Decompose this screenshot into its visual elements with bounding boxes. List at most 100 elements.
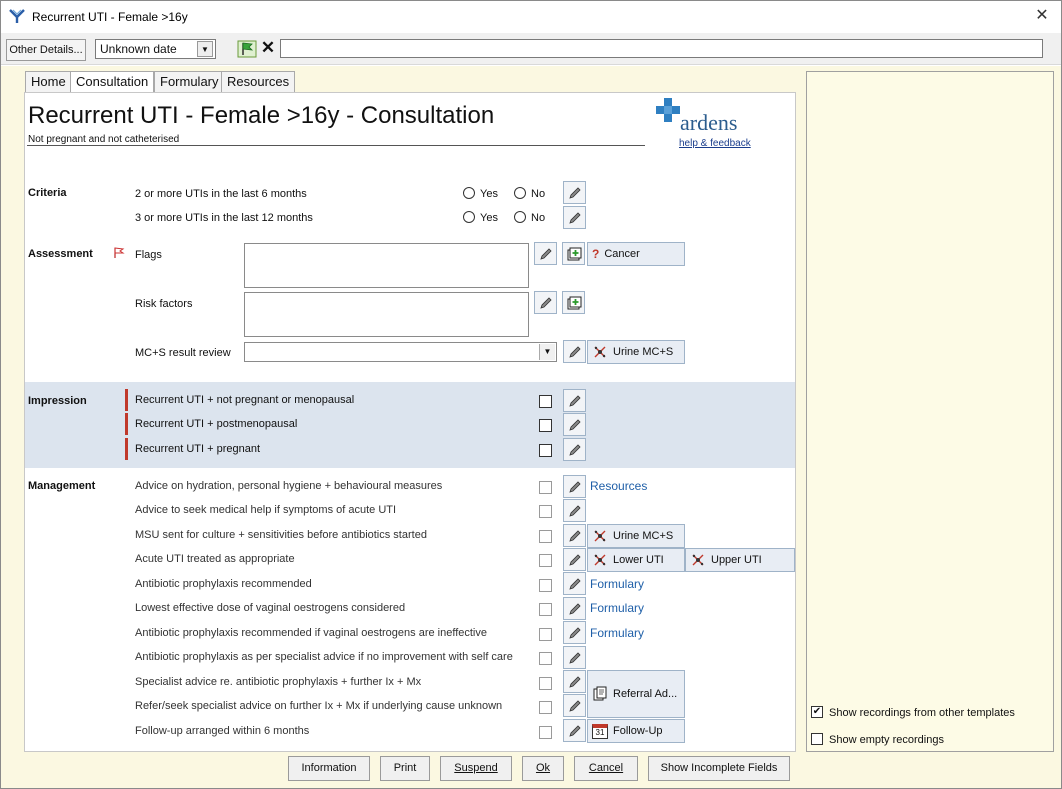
follow-up-button[interactable]: 31 Follow-Up — [587, 719, 685, 743]
edit-pencil-button[interactable] — [563, 621, 586, 644]
edit-pencil-button[interactable] — [563, 524, 586, 547]
edit-pencil-button[interactable] — [563, 389, 586, 412]
management-checkbox[interactable] — [539, 579, 552, 592]
edit-pencil-button[interactable] — [563, 475, 586, 498]
cancer-button[interactable]: ? Cancer — [587, 242, 685, 266]
no-radio[interactable] — [514, 211, 526, 223]
upper-uti-button[interactable]: Upper UTI — [685, 548, 795, 572]
help-feedback-link[interactable]: help & feedback — [679, 138, 751, 149]
lab-test-icon — [594, 554, 606, 566]
impression-checkbox[interactable] — [539, 444, 552, 457]
show-incomplete-fields-button[interactable]: Show Incomplete Fields — [648, 756, 790, 781]
formulary-link[interactable]: Formulary — [590, 601, 644, 615]
management-checkbox[interactable] — [539, 726, 552, 739]
assessment-label: Assessment — [28, 248, 93, 260]
close-window-button[interactable]: ✕ — [1032, 5, 1052, 27]
edit-pencil-button[interactable] — [563, 597, 586, 620]
pencil-icon — [568, 186, 581, 199]
formulary-link[interactable]: Formulary — [590, 577, 644, 591]
edit-pencil-button[interactable] — [563, 719, 586, 742]
management-checkbox[interactable] — [539, 677, 552, 690]
tab-home[interactable]: Home — [25, 71, 72, 93]
suspend-button[interactable]: Suspend — [440, 756, 512, 781]
required-marker — [125, 438, 128, 460]
risk-factors-textarea[interactable] — [244, 292, 529, 337]
impression-row-label: Recurrent UTI + not pregnant or menopaus… — [135, 394, 355, 406]
calendar-icon: 31 — [592, 723, 608, 739]
pencil-icon — [568, 626, 581, 639]
pencil-icon — [568, 480, 581, 493]
pencil-icon — [568, 418, 581, 431]
mcs-review-label: MC+S result review — [135, 347, 231, 359]
edit-pencil-button[interactable] — [563, 694, 586, 717]
other-details-button[interactable]: Other Details... — [6, 39, 86, 61]
lab-test-icon — [692, 554, 704, 566]
add-item-icon — [567, 296, 581, 309]
print-button[interactable]: Print — [380, 756, 430, 781]
flags-textarea[interactable] — [244, 243, 529, 288]
tab-resources[interactable]: Resources — [221, 71, 296, 93]
management-checkbox[interactable] — [539, 554, 552, 567]
cancel-button[interactable]: Cancel — [574, 756, 638, 781]
show-other-templates-checkbox[interactable]: ✔ — [811, 706, 823, 718]
clear-icon[interactable]: ✕ — [259, 38, 277, 58]
lower-uti-button[interactable]: Lower UTI — [587, 548, 685, 572]
show-empty-recordings-checkbox[interactable] — [811, 733, 823, 745]
ardens-brand: ardens — [680, 110, 738, 135]
chevron-down-icon[interactable]: ▼ — [539, 344, 555, 360]
edit-pencil-button[interactable] — [563, 646, 586, 669]
criteria-label: Criteria — [28, 187, 67, 199]
management-checkbox[interactable] — [539, 481, 552, 494]
impression-checkbox[interactable] — [539, 395, 552, 408]
edit-pencil-button[interactable] — [563, 340, 586, 363]
edit-pencil-button[interactable] — [563, 670, 586, 693]
edit-pencil-button[interactable] — [563, 438, 586, 461]
pencil-icon — [568, 345, 581, 358]
edit-pencil-button[interactable] — [563, 548, 586, 571]
urine-mcs-button[interactable]: Urine MC+S — [587, 524, 685, 548]
impression-checkbox[interactable] — [539, 419, 552, 432]
formulary-link[interactable]: Formulary — [590, 626, 644, 640]
add-item-button[interactable] — [562, 242, 585, 265]
referral-advice-button[interactable]: Referral Ad... — [587, 670, 685, 718]
title-divider — [27, 145, 645, 146]
flags-label: Flags — [135, 249, 162, 261]
mcs-review-select[interactable]: ▼ — [244, 342, 557, 362]
edit-pencil-button[interactable] — [563, 206, 586, 229]
edit-pencil-button[interactable] — [563, 181, 586, 204]
add-item-button[interactable] — [562, 291, 585, 314]
management-checkbox[interactable] — [539, 701, 552, 714]
criteria-row-label: 3 or more UTIs in the last 12 months — [135, 212, 313, 224]
pencil-icon — [539, 296, 552, 309]
pencil-icon — [568, 577, 581, 590]
green-flag-icon[interactable] — [237, 40, 257, 58]
pencil-icon — [568, 394, 581, 407]
edit-pencil-button[interactable] — [534, 242, 557, 265]
management-checkbox[interactable] — [539, 505, 552, 518]
yes-radio[interactable] — [463, 211, 475, 223]
management-checkbox[interactable] — [539, 530, 552, 543]
management-label: Management — [28, 480, 96, 492]
management-checkbox[interactable] — [539, 652, 552, 665]
no-radio[interactable] — [514, 187, 526, 199]
urine-mcs-button-label: Urine MC+S — [613, 530, 674, 542]
management-checkbox[interactable] — [539, 603, 552, 616]
resources-link[interactable]: Resources — [590, 479, 647, 493]
management-row-label: Advice to seek medical help if symptoms … — [135, 504, 397, 516]
edit-pencil-button[interactable] — [534, 291, 557, 314]
chevron-down-icon[interactable]: ▼ — [197, 41, 213, 57]
ok-button[interactable]: Ok — [522, 756, 564, 781]
yes-radio[interactable] — [463, 187, 475, 199]
information-button[interactable]: Information — [288, 756, 370, 781]
management-checkbox[interactable] — [539, 628, 552, 641]
edit-pencil-button[interactable] — [563, 499, 586, 522]
management-row-label: Antibiotic prophylaxis recommended if va… — [135, 627, 487, 639]
tab-consultation[interactable]: Consultation — [70, 71, 155, 94]
urine-mcs-button-label: Urine MC+S — [613, 346, 674, 358]
free-text-input[interactable] — [280, 39, 1043, 58]
edit-pencil-button[interactable] — [563, 413, 586, 436]
tab-formulary[interactable]: Formulary — [154, 71, 225, 93]
edit-pencil-button[interactable] — [563, 572, 586, 595]
urine-mcs-button[interactable]: Urine MC+S — [587, 340, 685, 364]
date-select[interactable]: Unknown date ▼ — [95, 39, 216, 59]
